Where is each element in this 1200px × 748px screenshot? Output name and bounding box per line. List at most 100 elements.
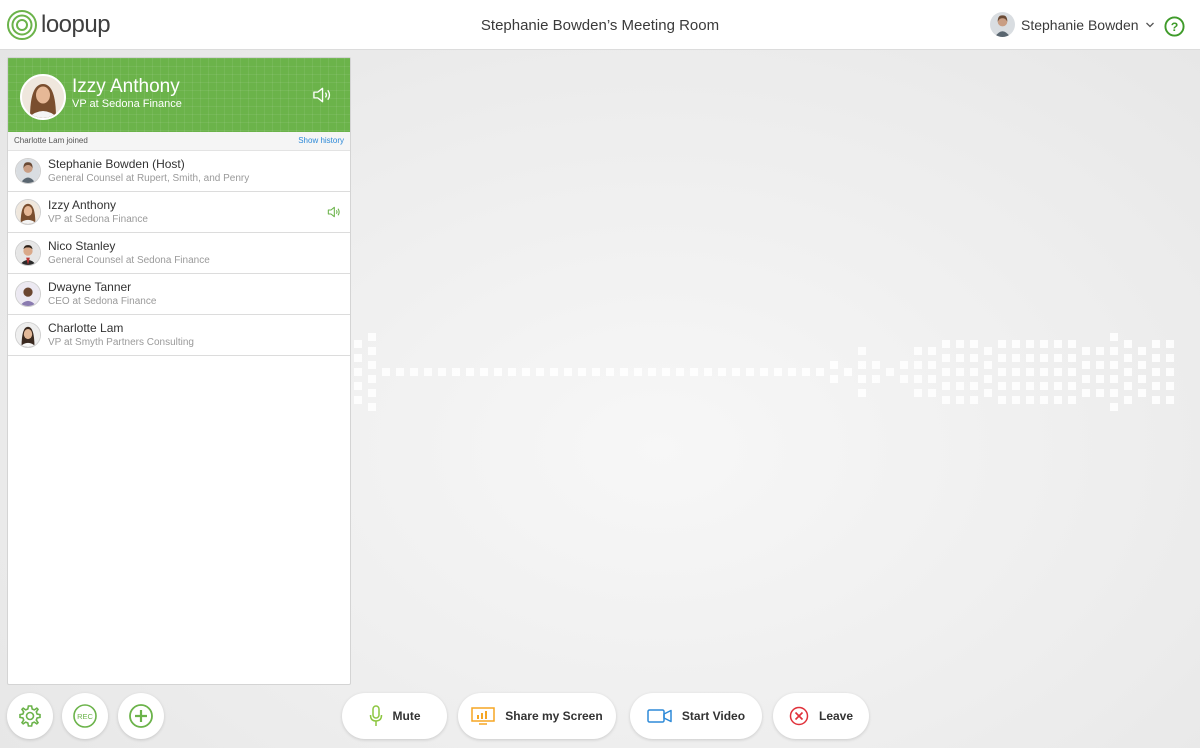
visualizer-cell	[970, 396, 978, 404]
visualizer-cell	[998, 354, 1006, 362]
participant-row[interactable]: Nico Stanley General Counsel at Sedona F…	[8, 233, 350, 274]
visualizer-cell	[914, 375, 922, 383]
avatar	[15, 199, 41, 225]
visualizer-cell	[466, 368, 474, 376]
record-button[interactable]: REC	[62, 693, 108, 739]
participant-title: CEO at Sedona Finance	[48, 296, 157, 307]
visualizer-cell	[1012, 340, 1020, 348]
add-participant-button[interactable]	[118, 693, 164, 739]
activity-bar: Charlotte Lam joined Show history	[8, 132, 350, 151]
visualizer-cell	[1040, 396, 1048, 404]
participant-row[interactable]: Charlotte Lam VP at Smyth Partners Consu…	[8, 315, 350, 356]
visualizer-cell	[648, 368, 656, 376]
share-screen-button[interactable]: Share my Screen	[458, 693, 616, 739]
visualizer-cell	[354, 354, 362, 362]
speaker-volume-icon[interactable]	[312, 85, 335, 105]
participant-name: Charlotte Lam	[48, 321, 124, 335]
visualizer-cell	[984, 361, 992, 369]
start-video-button[interactable]: Start Video	[630, 693, 762, 739]
visualizer-cell	[508, 368, 516, 376]
mute-label: Mute	[392, 709, 421, 723]
avatar	[15, 281, 41, 307]
visualizer-cell	[368, 403, 376, 411]
plus-circle-icon	[129, 704, 153, 728]
visualizer-cell	[382, 368, 390, 376]
user-menu[interactable]: Stephanie Bowden	[990, 12, 1155, 37]
visualizer-cell	[802, 368, 810, 376]
mute-button[interactable]: Mute	[342, 693, 447, 739]
visualizer-cell	[1138, 389, 1146, 397]
visualizer-cell	[956, 354, 964, 362]
visualizer-cell	[760, 368, 768, 376]
visualizer-cell	[438, 368, 446, 376]
visualizer-cell	[956, 396, 964, 404]
visualizer-cell	[1012, 354, 1020, 362]
visualizer-cell	[914, 347, 922, 355]
visualizer-cell	[1096, 389, 1104, 397]
visualizer-cell	[970, 354, 978, 362]
visualizer-cell	[1026, 382, 1034, 390]
share-screen-label: Share my Screen	[505, 709, 603, 723]
participant-row[interactable]: Izzy Anthony VP at Sedona Finance	[8, 192, 350, 233]
user-name: Stephanie Bowden	[1021, 16, 1139, 33]
visualizer-cell	[494, 368, 502, 376]
visualizer-cell	[1082, 375, 1090, 383]
avatar	[990, 12, 1015, 37]
activity-text: Charlotte Lam joined	[14, 136, 88, 145]
visualizer-cell	[1040, 340, 1048, 348]
leave-button[interactable]: Leave	[773, 693, 869, 739]
visualizer-cell	[1082, 389, 1090, 397]
visualizer-cell	[1152, 396, 1160, 404]
visualizer-cell	[1096, 347, 1104, 355]
visualizer-cell	[942, 354, 950, 362]
visualizer-cell	[1110, 389, 1118, 397]
visualizer-cell	[1012, 368, 1020, 376]
visualizer-cell	[1068, 382, 1076, 390]
visualizer-cell	[550, 368, 558, 376]
visualizer-cell	[536, 368, 544, 376]
participant-title: General Counsel at Rupert, Smith, and Pe…	[48, 173, 250, 184]
visualizer-cell	[942, 340, 950, 348]
visualizer-cell	[1138, 375, 1146, 383]
visualizer-cell	[928, 347, 936, 355]
visualizer-cell	[956, 382, 964, 390]
visualizer-cell	[1152, 340, 1160, 348]
visualizer-cell	[1082, 347, 1090, 355]
visualizer-cell	[1166, 368, 1174, 376]
visualizer-cell	[480, 368, 488, 376]
visualizer-cell	[1068, 354, 1076, 362]
visualizer-cell	[676, 368, 684, 376]
participant-row[interactable]: Stephanie Bowden (Host) General Counsel …	[8, 151, 350, 192]
settings-button[interactable]	[7, 693, 53, 739]
visualizer-cell	[746, 368, 754, 376]
visualizer-cell	[1124, 340, 1132, 348]
visualizer-cell	[1026, 368, 1034, 376]
visualizer-cell	[606, 368, 614, 376]
help-icon[interactable]: ?	[1164, 16, 1185, 37]
visualizer-cell	[1040, 354, 1048, 362]
visualizer-cell	[1166, 396, 1174, 404]
visualizer-cell	[858, 361, 866, 369]
visualizer-cell	[620, 368, 628, 376]
active-speaker-card: Izzy Anthony VP at Sedona Finance	[8, 58, 350, 132]
avatar	[15, 240, 41, 266]
visualizer-cell	[1138, 361, 1146, 369]
visualizer-cell	[354, 340, 362, 348]
visualizer-cell	[662, 368, 670, 376]
show-history-link[interactable]: Show history	[298, 136, 344, 145]
start-video-label: Start Video	[681, 709, 746, 723]
loopup-logo[interactable]: loopup	[6, 9, 111, 41]
video-camera-icon	[647, 709, 672, 723]
visualizer-cell	[998, 382, 1006, 390]
visualizer-cell	[1012, 382, 1020, 390]
visualizer-cell	[1110, 361, 1118, 369]
visualizer-cell	[1166, 382, 1174, 390]
visualizer-cell	[984, 375, 992, 383]
visualizer-cell	[1040, 382, 1048, 390]
visualizer-cell	[914, 389, 922, 397]
avatar	[15, 322, 41, 348]
participant-row[interactable]: Dwayne Tanner CEO at Sedona Finance	[8, 274, 350, 315]
visualizer-cell	[858, 389, 866, 397]
visualizer-cell	[872, 361, 880, 369]
visualizer-cell	[1068, 396, 1076, 404]
